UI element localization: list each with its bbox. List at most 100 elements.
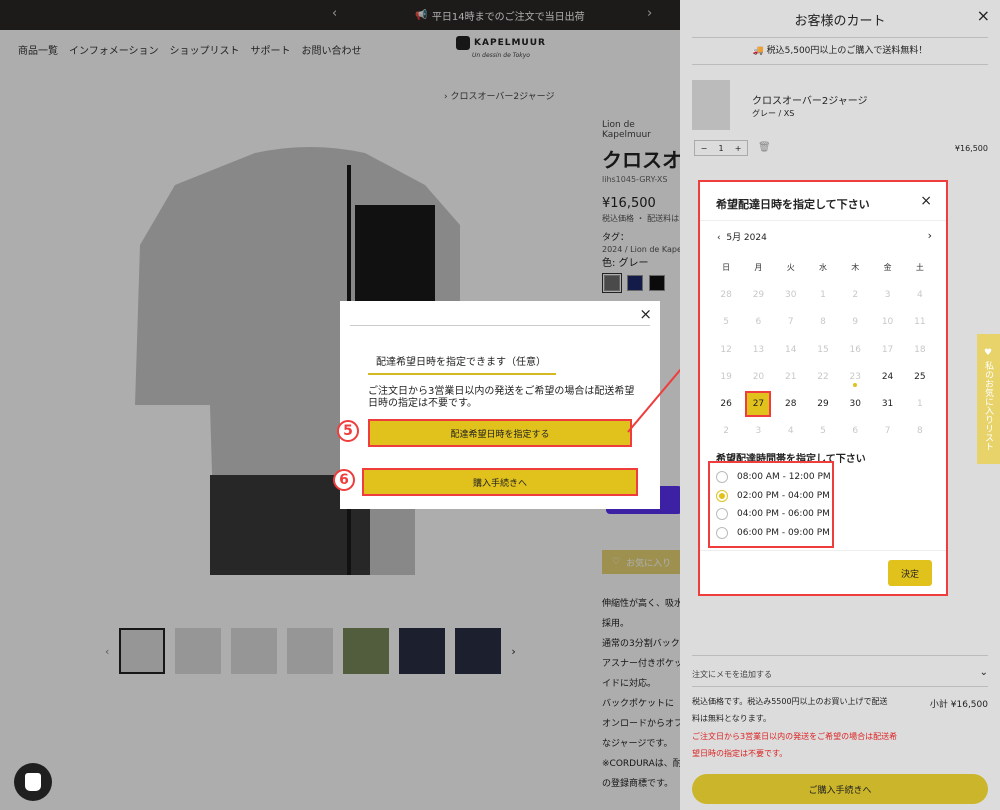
calendar-day: 1 <box>916 399 923 410</box>
checkout-button[interactable]: 購入手続きへ <box>362 468 638 496</box>
minus-icon[interactable]: − <box>701 144 708 153</box>
month-label: 5月 2024 <box>726 233 767 243</box>
calendar-day: 4 <box>787 426 794 437</box>
weekday-label: 月 <box>754 263 763 273</box>
divider <box>692 37 988 38</box>
calendar-day: 4 <box>916 289 923 300</box>
weekday-label: 日 <box>722 263 731 273</box>
calendar-title: 希望配達日時を指定して下さい <box>716 198 870 211</box>
calendar-day: 6 <box>755 317 762 328</box>
calendar-day: 16 <box>849 344 861 355</box>
calendar-day: 12 <box>720 344 732 355</box>
radio-button[interactable] <box>716 471 728 484</box>
step-marker-5: 5 <box>337 420 359 442</box>
cart-item-name[interactable]: クロスオーバー2ジャージ <box>752 92 868 107</box>
close-icon[interactable]: × <box>977 6 990 25</box>
selected-day-label[interactable]: 27 <box>745 391 772 418</box>
time-slot[interactable]: 04:00 PM - 06:00 PM <box>716 505 832 524</box>
close-icon[interactable]: × <box>920 193 932 209</box>
cart-warning: ご注文日から3営業日以内の発送をご希望の場合は配送希望日時の指定は不要です。 <box>692 732 898 758</box>
slot-label: 02:00 PM - 04:00 PM <box>737 490 830 501</box>
calendar-day: 2 <box>723 426 729 437</box>
calendar-day: 23 <box>839 363 871 390</box>
step-marker-6: 6 <box>333 469 355 491</box>
modal-note: ご注文日から3営業日以内の発送をご希望の場合は配送希望日時の指定は不要です。 <box>368 386 635 409</box>
radio-button[interactable] <box>716 526 728 539</box>
cart-checkout-button[interactable]: ご購入手続きへ <box>692 774 988 804</box>
weekday-label: 水 <box>818 263 827 273</box>
heading-underline <box>368 373 556 375</box>
chevron-right-icon[interactable]: › <box>928 229 932 242</box>
quantity-stepper[interactable]: − 1 + <box>694 140 748 156</box>
calendar-day: 7 <box>884 426 891 437</box>
specify-delivery-button[interactable]: 配達希望日時を指定する <box>368 419 632 447</box>
weekday-label: 土 <box>915 263 924 273</box>
confirm-button[interactable]: 決定 <box>888 560 932 586</box>
calendar-day: 28 <box>720 289 732 300</box>
calendar-day: 5 <box>820 426 826 437</box>
modal-heading: 配達希望日時を指定できます（任意） <box>376 357 546 368</box>
calendar-day: 14 <box>784 344 797 355</box>
divider <box>692 655 988 656</box>
calendar-day[interactable]: 28 <box>775 390 807 417</box>
cart-subtotal: 小計 ¥16,500 <box>929 700 988 710</box>
weekday-label: 金 <box>883 263 892 273</box>
slot-label: 08:00 AM - 12:00 PM <box>737 472 831 483</box>
calendar-day: 29 <box>752 289 765 300</box>
slot-label: 04:00 PM - 06:00 PM <box>737 509 830 520</box>
calendar-day[interactable]: 24 <box>871 363 903 390</box>
calendar-day: 11 <box>914 317 926 328</box>
slot-label: 06:00 PM - 09:00 PM <box>737 527 830 538</box>
calendar-grid: 日 月 火 水 木 金 土 28 29 30 1 2 3 4 5 6 7 8 9 10 11 12 13 14 1… <box>710 254 936 445</box>
calendar-day: 3 <box>755 426 762 437</box>
weekday-label: 火 <box>786 263 795 273</box>
quantity-value[interactable]: 1 <box>718 144 723 153</box>
calendar-day: 21 <box>784 371 797 382</box>
divider <box>350 325 650 326</box>
calendar-day: 22 <box>817 371 829 382</box>
divider <box>692 64 988 65</box>
trash-icon[interactable]: 🗑 <box>758 142 771 153</box>
calendar-day: 17 <box>881 344 894 355</box>
calendar-day[interactable]: 25 <box>904 363 936 390</box>
time-slot[interactable]: 08:00 AM - 12:00 PM <box>716 468 832 487</box>
calendar-day: 19 <box>720 371 732 382</box>
calendar-day: 7 <box>787 317 794 328</box>
calendar-day: 10 <box>881 317 894 328</box>
delivery-modal: × 配達希望日時を指定できます（任意） ご注文日から3営業日以内の発送をご希望の… <box>340 301 660 509</box>
radio-button-selected[interactable] <box>716 489 728 502</box>
calendar-day[interactable]: 31 <box>871 390 903 417</box>
plus-icon[interactable]: + <box>735 144 742 153</box>
weekday-label: 木 <box>851 263 860 273</box>
chevron-down-icon[interactable]: ⌄ <box>980 667 988 678</box>
calendar-day[interactable]: 30 <box>839 390 871 417</box>
cart-tax-note: 税込価格です。税込み5500円以上のお買い上げで配送料は無料となります。 <box>692 697 888 723</box>
calendar-day: 20 <box>752 371 765 382</box>
add-note-toggle[interactable]: 注文にメモを追加する <box>692 669 772 680</box>
calendar-day: 2 <box>852 289 859 300</box>
calendar-day: 18 <box>914 344 926 355</box>
cart-item-variant: グレー / XS <box>752 109 795 118</box>
calendar-day: 15 <box>817 344 829 355</box>
cart-title: お客様のカート <box>794 14 886 29</box>
calendar-day[interactable]: 26 <box>710 390 742 417</box>
radio-button[interactable] <box>716 508 728 521</box>
wishlist-side-tab[interactable]: ♥ 私のお気に入りリスト <box>977 334 1000 464</box>
calendar-day: 3 <box>884 289 891 300</box>
calendar-month: ‹ 5月 2024 <box>717 230 767 243</box>
close-icon[interactable]: × <box>639 305 652 323</box>
time-slot-group: 08:00 AM - 12:00 PM 02:00 PM - 04:00 PM … <box>708 461 834 548</box>
calendar-day: 8 <box>916 426 923 437</box>
time-slot[interactable]: 02:00 PM - 04:00 PM <box>716 487 832 506</box>
calendar-day-selected[interactable]: 27 <box>742 390 774 418</box>
chevron-left-icon[interactable]: ‹ <box>717 233 721 243</box>
calendar-day: 13 <box>752 344 765 355</box>
cart-item-image[interactable] <box>692 80 730 130</box>
calendar-day: 30 <box>784 289 797 300</box>
divider <box>700 550 946 551</box>
shopify-badge-icon[interactable] <box>14 763 52 801</box>
calendar-day: 9 <box>852 317 859 328</box>
cart-item-price: ¥16,500 <box>954 144 988 153</box>
time-slot[interactable]: 06:00 PM - 09:00 PM <box>716 524 832 543</box>
calendar-day[interactable]: 29 <box>807 390 839 417</box>
